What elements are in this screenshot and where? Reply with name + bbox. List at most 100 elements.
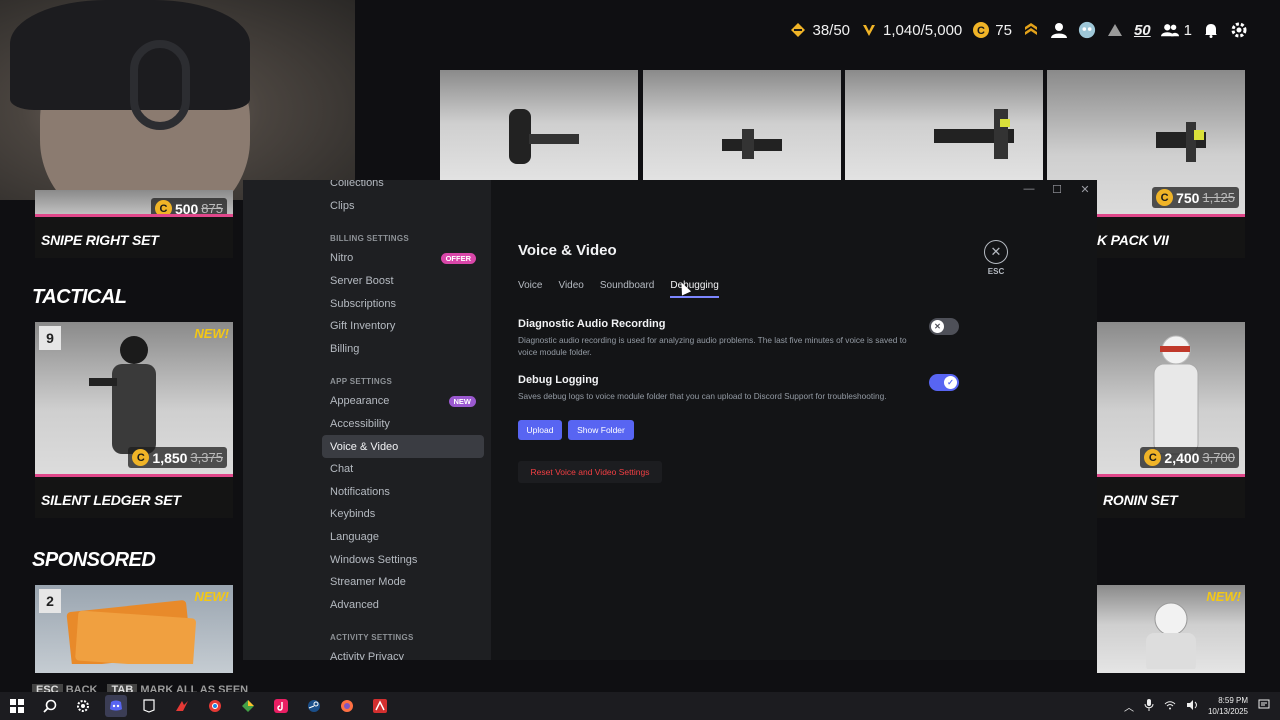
tab-video[interactable]: Video (558, 280, 583, 298)
discord-app-icon[interactable] (105, 695, 127, 717)
notification-icon[interactable] (1258, 699, 1270, 714)
sidebar-header-activity: ACTIVITY SETTINGS (330, 633, 414, 643)
chevron-rank-icon (860, 21, 878, 39)
weapon-image (845, 70, 1043, 188)
page-title: Voice & Video (518, 242, 617, 259)
taskbar-clock[interactable]: 8:59 PM 10/13/2025 (1208, 695, 1248, 717)
volume-icon[interactable] (1186, 699, 1198, 713)
sidebar-item-advanced[interactable]: Advanced (322, 594, 484, 617)
reset-voice-video-button[interactable]: Reset Voice and Video Settings (518, 461, 662, 483)
player-level[interactable]: 50 (1134, 22, 1151, 39)
store-card-ronin[interactable]: C 2,400 3,700 RONIN SET (1097, 322, 1245, 518)
sidebar-item-clips[interactable]: Clips (322, 195, 484, 218)
store-card[interactable] (643, 70, 841, 188)
chevron-up-icon[interactable]: ︿ (1124, 699, 1134, 714)
discord-settings-window: Collections Clips BILLING SETTINGS Nitro… (243, 180, 1097, 660)
debug-logging-toggle[interactable]: ✓ (929, 374, 959, 391)
wifi-icon[interactable] (1164, 700, 1176, 713)
price-tag: C 750 1,125 (1152, 187, 1239, 208)
rank-chevrons-icon[interactable] (1022, 21, 1040, 39)
sidebar-item-windows-settings[interactable]: Windows Settings (322, 548, 484, 571)
esc-label: ESC (987, 267, 1005, 276)
minimize-button[interactable]: — (1023, 183, 1035, 196)
tab-voice[interactable]: Voice (518, 280, 542, 298)
profile-icon[interactable] (1050, 21, 1068, 39)
store-card[interactable] (440, 70, 638, 188)
card-caption: SILENT LEDGER SET (35, 474, 233, 518)
windows-taskbar: ︿ 8:59 PM 10/13/2025 (0, 692, 1280, 720)
sidebar-item-notifications[interactable]: Notifications (322, 481, 484, 504)
section-title-sponsored: SPONSORED (32, 549, 156, 571)
close-window-button[interactable]: ✕ (1079, 183, 1091, 196)
sidebar-item-server-boost[interactable]: Server Boost (322, 270, 484, 293)
svg-text:C: C (977, 25, 985, 37)
tier-progress[interactable]: 38/50 (789, 21, 850, 39)
diagnostic-audio-toggle[interactable]: ✕ (929, 318, 959, 335)
capcut-icon[interactable] (171, 695, 193, 717)
season-progress[interactable]: 1,040/5,000 (860, 21, 962, 39)
tier-icon (789, 21, 807, 39)
search-icon[interactable] (39, 695, 61, 717)
epic-games-icon[interactable] (138, 695, 160, 717)
friends-count[interactable]: 1 (1160, 21, 1192, 39)
clock-date: 10/13/2025 (1207, 707, 1248, 716)
store-card[interactable] (845, 70, 1043, 188)
alert-icon[interactable] (1106, 21, 1124, 39)
tiktok-icon[interactable] (270, 695, 292, 717)
debug-logging-title: Debug Logging (518, 374, 599, 386)
sidebar-list: Collections Clips BILLING SETTINGS Nitro… (322, 180, 484, 660)
gear-icon[interactable] (1230, 21, 1248, 39)
coin-icon: C (972, 21, 990, 39)
sidebar-item-gift-inventory[interactable]: Gift Inventory (322, 315, 484, 338)
app-icon[interactable] (237, 695, 259, 717)
chrome-icon[interactable] (204, 695, 226, 717)
weapon-image (440, 70, 638, 188)
upload-button[interactable]: Upload (518, 420, 562, 440)
insurance-card-image (35, 585, 233, 673)
sidebar-item-activity-privacy[interactable]: Activity Privacy (322, 646, 484, 660)
character-image (1097, 585, 1245, 673)
clock-time: 8:59 PM (1218, 696, 1248, 705)
sidebar-item-streamer-mode[interactable]: Streamer Mode (322, 571, 484, 594)
bell-icon[interactable] (1202, 21, 1220, 39)
tab-soundboard[interactable]: Soundboard (600, 280, 655, 298)
settings-app-icon[interactable] (72, 695, 94, 717)
sidebar-item-collections[interactable]: Collections (322, 180, 484, 195)
maximize-button[interactable]: ☐ (1051, 183, 1063, 196)
sidebar-item-language[interactable]: Language (322, 526, 484, 549)
friends-icon (1160, 21, 1179, 39)
card-caption: RONIN SET (1097, 474, 1245, 518)
close-settings-button[interactable]: ✕ ESC (983, 240, 1009, 276)
sidebar-item-chat[interactable]: Chat (322, 458, 484, 481)
offer-badge: OFFER (440, 252, 476, 264)
debug-logging-description: Saves debug logs to voice module folder … (518, 391, 887, 401)
price-tag: C 2,400 3,700 (1140, 447, 1239, 468)
store-card-sponsored[interactable]: 2 NEW! (35, 585, 233, 673)
screen: 38/50 1,040/5,000 C 75 50 1 C 500 875 SN… (0, 0, 1280, 720)
store-card-sponsored-2[interactable]: NEW! (1097, 585, 1245, 673)
show-folder-button[interactable]: Show Folder (568, 420, 634, 440)
coin-icon: C (132, 449, 150, 466)
windows-start-icon[interactable] (6, 695, 28, 717)
sidebar-item-appearance[interactable]: Appearance NEW (322, 390, 484, 413)
webcam-headphone (130, 40, 190, 130)
avatar-icon[interactable] (1078, 21, 1096, 39)
store-card-snipe-right[interactable]: C 500 875 SNIPE RIGHT SET (35, 190, 233, 258)
microphone-icon[interactable] (1144, 698, 1154, 714)
sidebar-item-subscriptions[interactable]: Subscriptions (322, 292, 484, 315)
sidebar-item-billing[interactable]: Billing (322, 338, 484, 361)
firefox-icon[interactable] (336, 695, 358, 717)
diagnostic-audio-description: Diagnostic audio recording is used for a… (518, 335, 907, 357)
store-card-silent-ledger[interactable]: 9 NEW! C 1,850 3,375 SILENT LEDGER SET (35, 322, 233, 518)
sidebar-item-keybinds[interactable]: Keybinds (322, 503, 484, 526)
diagnostic-audio-title: Diagnostic Audio Recording (518, 318, 666, 330)
coin-balance[interactable]: C 75 (972, 21, 1012, 39)
sidebar-item-accessibility[interactable]: Accessibility (322, 413, 484, 436)
sidebar-item-nitro[interactable]: Nitro OFFER (322, 247, 484, 270)
game-topbar: 38/50 1,040/5,000 C 75 50 1 (789, 12, 1248, 48)
sidebar-item-voice-video[interactable]: Voice & Video (322, 435, 484, 458)
tab-debugging[interactable]: Debugging (670, 280, 719, 298)
adobe-icon[interactable] (369, 695, 391, 717)
steam-icon[interactable] (303, 695, 325, 717)
sidebar-header-billing: BILLING SETTINGS (330, 234, 410, 244)
